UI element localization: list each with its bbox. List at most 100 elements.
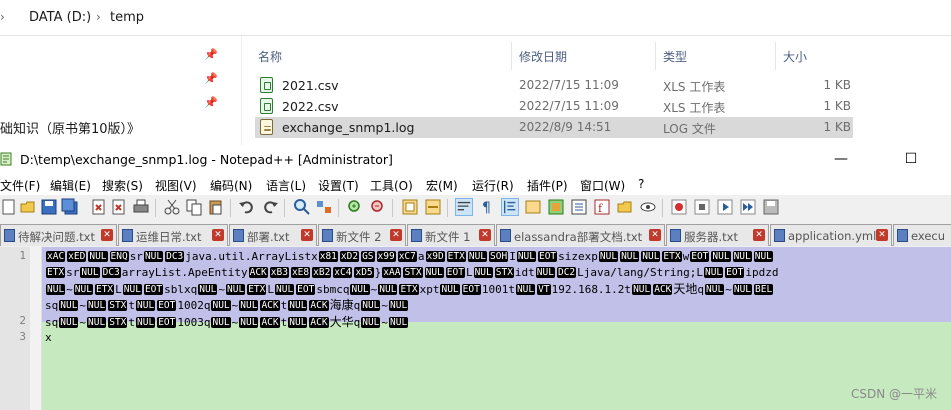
save-macro-icon[interactable] xyxy=(762,198,780,216)
tab-elassandra-doc[interactable]: elassandra部署文档.txt ✕ xyxy=(496,224,665,246)
replace-icon[interactable] xyxy=(315,198,333,216)
udl-icon[interactable] xyxy=(524,198,542,216)
undo-icon[interactable] xyxy=(238,198,256,216)
show-all-characters-icon[interactable]: ¶ xyxy=(478,198,496,216)
close-all-icon[interactable] xyxy=(110,198,128,216)
fold-margin[interactable] xyxy=(30,247,42,410)
run-macro-multiple-icon[interactable] xyxy=(739,198,757,216)
save-all-icon[interactable] xyxy=(61,198,79,216)
address-bar[interactable]: › DATA (D:) › temp xyxy=(0,0,951,36)
menu-edit[interactable]: 编辑(E) xyxy=(50,177,91,194)
control-char-badge: NUL xyxy=(732,251,752,262)
minimize-button[interactable]: — xyxy=(818,145,864,173)
control-char-badge: ETX xyxy=(247,284,267,295)
breadcrumb-chevron-icon[interactable]: › xyxy=(0,10,5,24)
tab-close-icon[interactable]: ✕ xyxy=(753,229,765,241)
document-map-icon[interactable] xyxy=(547,198,565,216)
tab-application-yml[interactable]: application.yml ✕ xyxy=(770,224,892,246)
column-header-date[interactable]: 修改日期 xyxy=(519,48,567,65)
tab-new-file-1[interactable]: 新文件 1 ✕ xyxy=(407,224,495,246)
play-macro-icon[interactable] xyxy=(716,198,734,216)
notepad-app-icon[interactable] xyxy=(0,152,13,166)
record-macro-icon[interactable] xyxy=(670,198,688,216)
menu-help[interactable]: ? xyxy=(638,177,644,191)
breadcrumb-chevron-icon[interactable]: › xyxy=(96,10,101,24)
zoom-in-icon[interactable] xyxy=(346,198,364,216)
tab-servers[interactable]: 服务器.txt ✕ xyxy=(666,224,769,246)
menu-file[interactable]: 文件(F) xyxy=(0,177,40,194)
menu-language[interactable]: 语言(L) xyxy=(266,177,306,194)
column-divider[interactable] xyxy=(655,42,656,70)
sync-vertical-icon[interactable] xyxy=(401,198,419,216)
title-bar[interactable]: D:\temp\exchange_snmp1.log - Notepad++ [… xyxy=(0,145,951,173)
column-header-name[interactable]: 名称 xyxy=(258,48,282,65)
menu-plugins[interactable]: 插件(P) xyxy=(527,177,568,194)
word-wrap-icon[interactable] xyxy=(455,198,473,216)
tab-execu[interactable]: execu xyxy=(893,224,951,246)
column-divider[interactable] xyxy=(775,42,776,70)
tab-close-icon[interactable]: ✕ xyxy=(479,229,491,241)
tab-close-icon[interactable]: ✕ xyxy=(301,229,313,241)
tab-close-icon[interactable]: ✕ xyxy=(101,229,113,241)
control-char-badge: NUL xyxy=(136,300,156,311)
new-file-icon[interactable] xyxy=(0,198,18,216)
code-text: ~ xyxy=(381,299,389,312)
code-text: ~ xyxy=(370,283,378,296)
find-icon[interactable] xyxy=(293,198,311,216)
tab-ops-daily[interactable]: 运维日常.txt ✕ xyxy=(118,224,228,246)
paste-icon[interactable] xyxy=(207,198,225,216)
print-icon[interactable] xyxy=(132,198,150,216)
function-icon[interactable]: f xyxy=(593,198,611,216)
tab-new-file-2[interactable]: 新文件 2 ✕ xyxy=(318,224,406,246)
code-text: ~ xyxy=(66,283,73,296)
menu-window[interactable]: 窗口(W) xyxy=(580,177,625,194)
pin-icon[interactable]: 📌 xyxy=(204,72,218,86)
menu-search[interactable]: 搜索(S) xyxy=(102,177,143,194)
menu-view[interactable]: 视图(V) xyxy=(155,177,197,194)
maximize-button[interactable]: ☐ xyxy=(888,145,934,173)
stop-macro-icon[interactable] xyxy=(693,198,711,216)
toolbar-separator xyxy=(338,199,339,217)
file-row[interactable]: 2022.csv 2022/7/15 11:09 XLS 工作表 1 KB xyxy=(255,96,853,117)
breadcrumb-drive[interactable]: DATA (D:) xyxy=(29,10,91,25)
tab-close-icon[interactable]: ✕ xyxy=(876,229,888,241)
column-divider[interactable] xyxy=(511,42,512,70)
indent-guide-icon[interactable] xyxy=(501,198,519,216)
file-row-selected[interactable]: exchange_snmp1.log 2022/8/9 14:51 LOG 文件… xyxy=(255,117,853,138)
file-row[interactable]: 2021.csv 2022/7/15 11:09 XLS 工作表 1 KB xyxy=(255,75,853,96)
open-file-icon[interactable] xyxy=(19,198,37,216)
tab-pending-issues[interactable]: 待解决问题.txt ✕ xyxy=(0,224,117,246)
tab-close-icon[interactable]: ✕ xyxy=(390,229,402,241)
menu-encoding[interactable]: 编码(N) xyxy=(210,177,252,194)
menu-macro[interactable]: 宏(M) xyxy=(426,177,458,194)
tab-close-icon[interactable]: ✕ xyxy=(212,229,224,241)
column-header-size[interactable]: 大小 xyxy=(783,48,807,65)
code-text: sblxq xyxy=(164,283,198,296)
control-char-badge: NUL xyxy=(88,251,108,262)
sync-horizontal-icon[interactable] xyxy=(424,198,442,216)
menu-tools[interactable]: 工具(O) xyxy=(370,177,413,194)
copy-icon[interactable] xyxy=(185,198,203,216)
text-editor[interactable]: 1 2 3 xAC xED NUL ENQ sr NUL DC3 java.util.Arra… xyxy=(0,247,951,410)
menu-run[interactable]: 运行(R) xyxy=(472,177,514,194)
menu-settings[interactable]: 设置(T) xyxy=(318,177,359,194)
cut-icon[interactable] xyxy=(163,198,181,216)
close-file-icon[interactable] xyxy=(90,198,108,216)
nav-item-book[interactable]: 础知识（原书第10版）》 xyxy=(0,118,140,137)
pin-icon[interactable]: 📌 xyxy=(204,96,218,110)
monitoring-eye-icon[interactable] xyxy=(639,198,657,216)
tab-deploy[interactable]: 部署.txt ✕ xyxy=(229,224,317,246)
menu-bar: 文件(F) 编辑(E) 搜索(S) 视图(V) 编码(N) 语言(L) 设置(T… xyxy=(0,173,951,195)
line-number-gutter[interactable]: 1 2 3 xyxy=(0,247,30,410)
column-header-type[interactable]: 类型 xyxy=(663,48,687,65)
save-icon[interactable] xyxy=(40,198,58,216)
function-list-icon[interactable] xyxy=(570,198,588,216)
tab-close-icon[interactable]: ✕ xyxy=(649,229,661,241)
pane-divider[interactable] xyxy=(241,36,242,145)
pin-icon[interactable]: 📌 xyxy=(204,48,218,62)
folder-workspace-icon[interactable] xyxy=(616,198,634,216)
breadcrumb-folder[interactable]: temp xyxy=(110,10,144,25)
code-area[interactable]: xAC xED NUL ENQ sr NUL DC3 java.util.ArrayListx… xyxy=(42,247,951,410)
zoom-out-icon[interactable] xyxy=(369,198,387,216)
redo-icon[interactable] xyxy=(261,198,279,216)
